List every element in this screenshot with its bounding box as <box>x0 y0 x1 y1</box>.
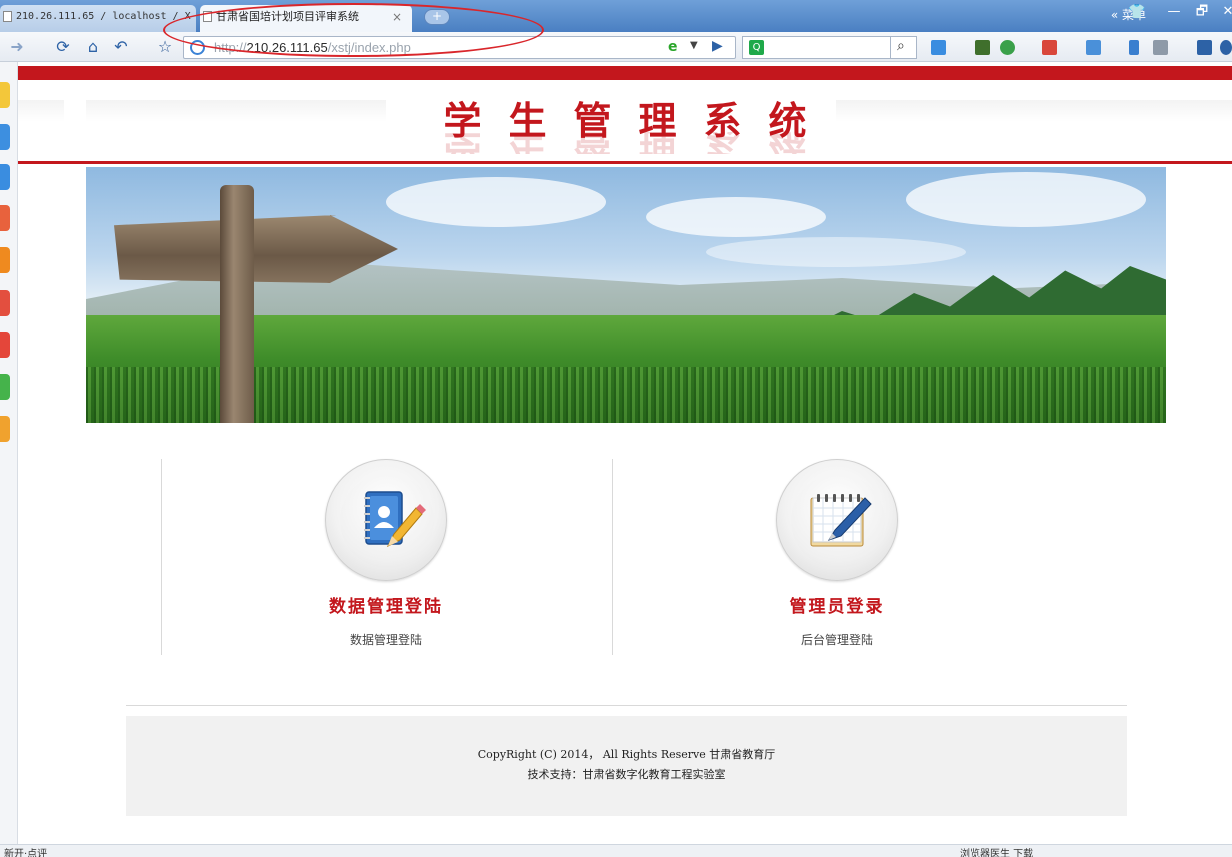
go-icon[interactable]: ▶ <box>712 38 723 54</box>
support-text: 技术支持：甘肃省数字化教育工程实验室 <box>527 768 726 781</box>
close-window-button[interactable]: ✕ <box>1217 2 1232 22</box>
card-title[interactable]: 数据管理登陆 <box>161 592 611 617</box>
search-engine-icon[interactable]: Q <box>749 40 764 55</box>
header-divider <box>18 161 1232 164</box>
apps-icon[interactable] <box>931 40 946 55</box>
status-left-text[interactable]: 新开·点评 <box>4 845 47 857</box>
card-subtitle: 数据管理登陆 <box>349 633 422 647</box>
sidebar-book-icon[interactable] <box>0 332 10 358</box>
site-header: 学生管理系统 学生管理系统 <box>18 80 1232 162</box>
chevron-down-icon[interactable]: ▼ <box>690 40 698 51</box>
shield-icon[interactable] <box>1000 40 1015 55</box>
address-book-pencil-icon[interactable] <box>325 459 447 581</box>
game-icon[interactable] <box>1153 40 1168 55</box>
sidebar-pen-icon[interactable] <box>0 205 10 231</box>
user-icon[interactable] <box>1220 40 1232 55</box>
minimize-button[interactable]: — <box>1163 2 1185 22</box>
browser-sidebar <box>0 62 18 857</box>
sidebar-note-icon[interactable] <box>0 416 10 442</box>
site-footer: CopyRight (C) 2014， All Rights Reserve 甘… <box>126 716 1127 816</box>
sidebar-reader-icon[interactable] <box>0 164 10 190</box>
home-icon[interactable]: ⌂ <box>82 36 104 58</box>
page-icon <box>203 11 212 22</box>
divider <box>161 459 162 655</box>
data-management-login-card[interactable]: 数据管理登陆 数据管理登陆 <box>161 459 611 655</box>
restore-button[interactable]: 🗗 <box>1191 2 1213 22</box>
phone-icon[interactable] <box>1129 40 1139 55</box>
wooden-post <box>220 185 254 423</box>
new-tab-button[interactable]: + <box>424 9 450 25</box>
sidebar-favorites-icon[interactable] <box>0 82 10 108</box>
forward-icon[interactable]: ➜ <box>6 36 28 58</box>
web-page: 学生管理系统 学生管理系统 <box>18 62 1232 844</box>
browser-status-bar: 新开·点评 浏览器医生 下载 <box>0 844 1232 857</box>
browser-tab-bar: 210.26.111.65 / localhost / X 甘肃省国培计划项目评… <box>0 0 1232 32</box>
tab-close-icon[interactable]: × <box>392 5 402 29</box>
top-red-bar <box>18 66 1232 80</box>
wrench-icon[interactable] <box>1197 40 1212 55</box>
divider <box>890 37 891 58</box>
card-title[interactable]: 管理员登录 <box>612 592 1062 617</box>
site-title-reflection: 学生管理系统 <box>18 132 1232 154</box>
ie-compat-icon[interactable]: e <box>668 39 678 55</box>
video-icon[interactable] <box>975 40 990 55</box>
tab-label: 甘肃省国培计划项目评审系统 <box>216 10 359 23</box>
browser-nav-bar: ➜ ⟳ ⌂ ↶ ☆ http://210.26.111.65/xstj/inde… <box>0 32 1232 62</box>
footer-divider <box>126 705 1127 706</box>
site-security-icon <box>190 40 205 55</box>
copyright-text: CopyRight (C) 2014， All Rights Reserve 甘… <box>477 748 776 761</box>
translate-icon[interactable] <box>1042 40 1057 55</box>
search-icon[interactable]: ⌕ <box>897 38 905 54</box>
sidebar-rss-icon[interactable] <box>0 247 10 273</box>
card-subtitle: 后台管理登陆 <box>800 633 873 647</box>
sidebar-game-icon[interactable] <box>0 374 10 400</box>
refresh-icon[interactable]: ⟳ <box>52 36 74 58</box>
page-icon <box>3 11 12 22</box>
admin-login-card[interactable]: 管理员登录 后台管理登陆 <box>612 459 1062 655</box>
sidebar-app-icon[interactable] <box>0 290 10 316</box>
search-box[interactable]: Q ⌕ <box>742 36 917 59</box>
screenshot-icon[interactable] <box>1086 40 1101 55</box>
tab-label: 210.26.111.65 / localhost / X <box>16 11 191 22</box>
skin-icon[interactable]: 👕 <box>1128 4 1145 20</box>
address-url[interactable]: http://210.26.111.65/xstj/index.php <box>214 40 411 55</box>
favorite-star-icon[interactable]: ☆ <box>154 36 176 58</box>
tab-localhost[interactable]: 210.26.111.65 / localhost / X <box>0 5 196 32</box>
landscape-banner-image <box>86 167 1166 423</box>
status-right-text[interactable]: 浏览器医生 下载 <box>960 845 1033 857</box>
notepad-pen-icon[interactable] <box>776 459 898 581</box>
sidebar-weibo-icon[interactable] <box>0 124 10 150</box>
tab-active-review-system[interactable]: 甘肃省国培计划项目评审系统 × <box>200 5 412 32</box>
undo-icon[interactable]: ↶ <box>110 36 132 58</box>
address-bar[interactable]: http://210.26.111.65/xstj/index.php e ▼ … <box>183 36 736 59</box>
divider <box>612 459 613 655</box>
